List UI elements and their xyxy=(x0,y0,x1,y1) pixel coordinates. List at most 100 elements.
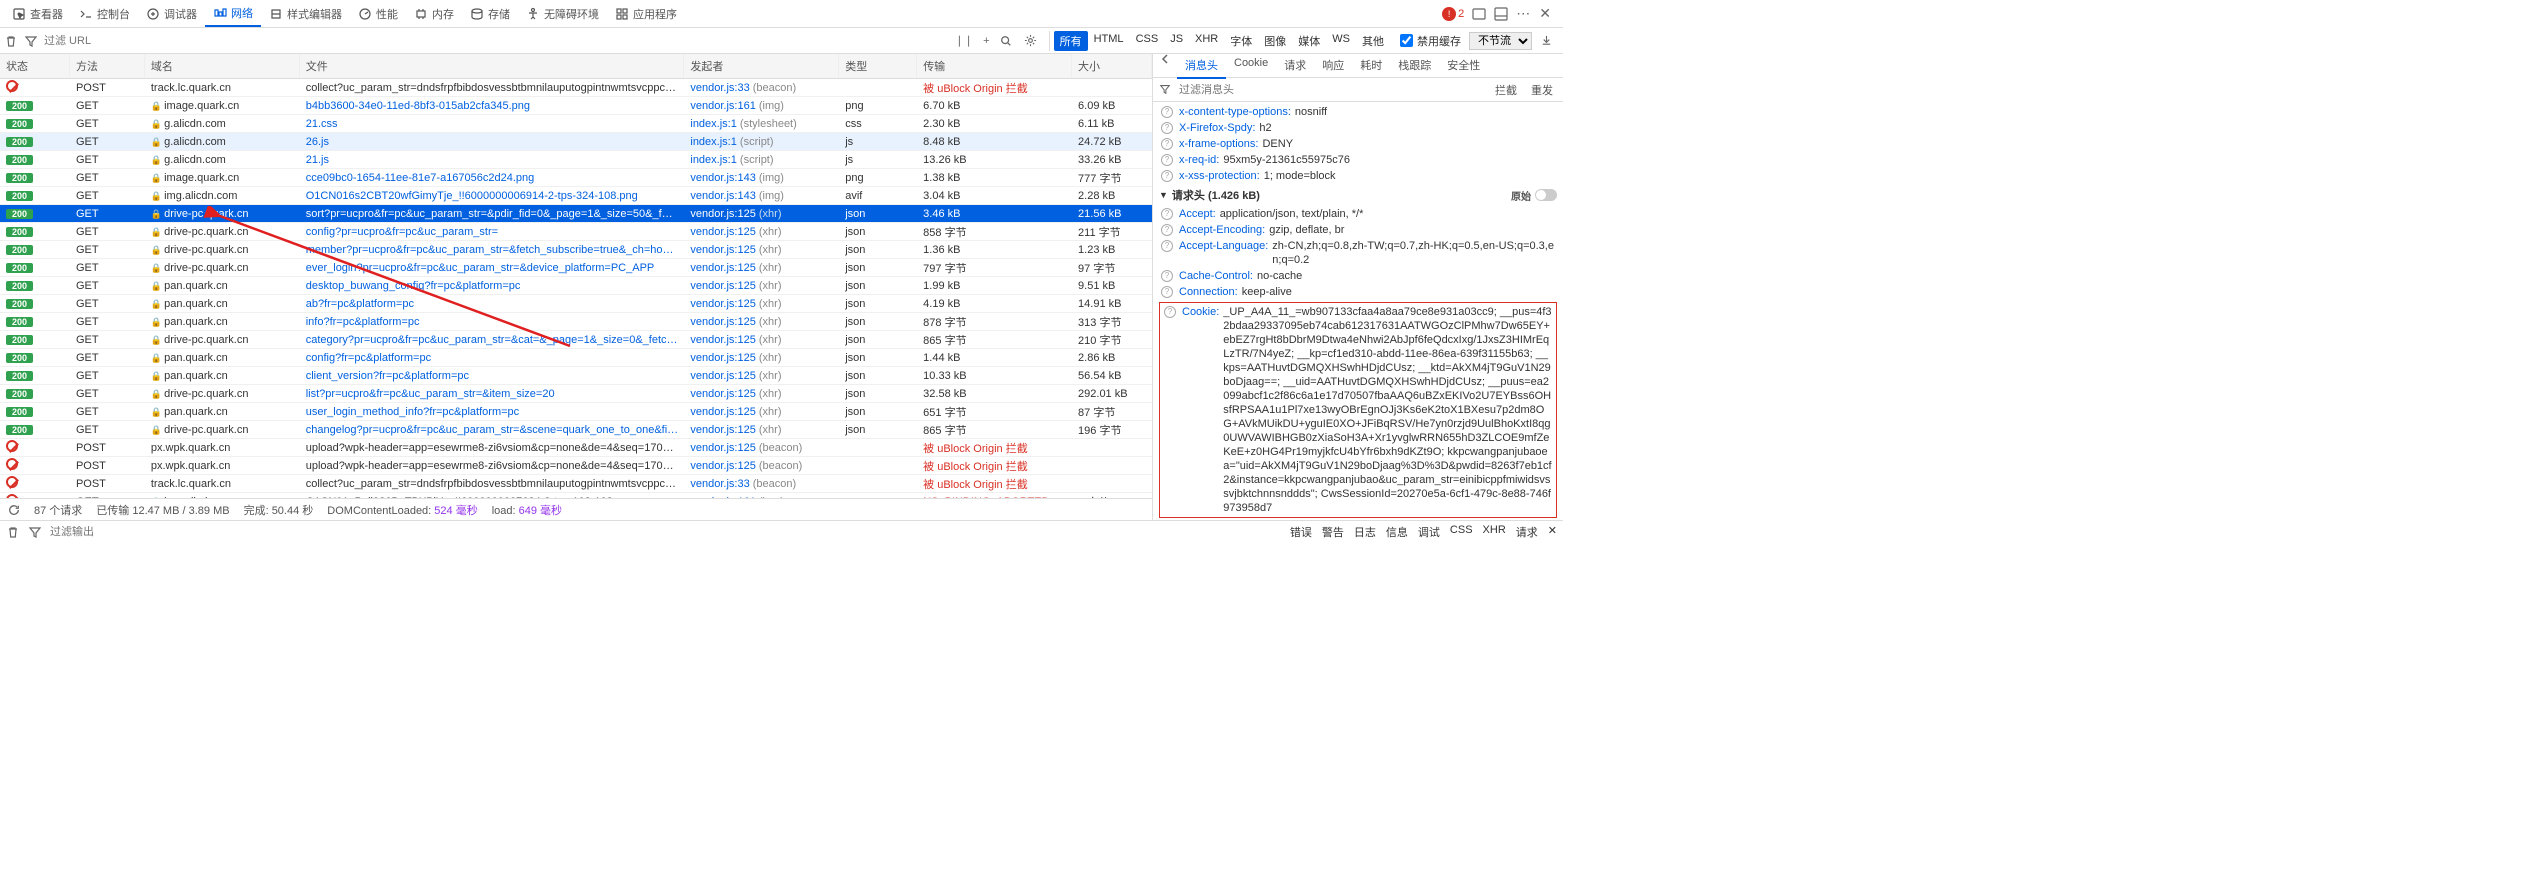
console-clear-icon[interactable] xyxy=(6,525,20,539)
reload-spin-icon[interactable] xyxy=(8,504,20,516)
type-filter-媒体[interactable]: 媒体 xyxy=(1292,31,1326,51)
console-filter-icon[interactable] xyxy=(28,525,42,539)
table-row[interactable]: 200GET🔒drive-pc.quark.cncategory?pr=ucpr… xyxy=(0,331,1152,349)
col-method[interactable]: 方法 xyxy=(70,54,145,78)
console-cat-调试[interactable]: 调试 xyxy=(1418,524,1440,540)
help-icon[interactable]: ? xyxy=(1161,270,1173,282)
table-row[interactable]: 200GET🔒drive-pc.quark.cnever_login?pr=uc… xyxy=(0,259,1152,277)
resend-button[interactable]: 重发 xyxy=(1527,82,1557,98)
tab-debugger[interactable]: 调试器 xyxy=(138,1,205,27)
detail-tab-安全性[interactable]: 安全性 xyxy=(1439,54,1488,79)
tab-style[interactable]: 样式编辑器 xyxy=(261,1,350,27)
throttle-select[interactable]: 不节流 xyxy=(1469,32,1532,50)
har-icon[interactable] xyxy=(1534,34,1559,47)
col-file[interactable]: 文件 xyxy=(300,54,685,78)
close-icon[interactable]: ✕ xyxy=(1539,5,1551,22)
table-row[interactable]: 200GET🔒img.alicdn.comO1CN016s2CBT20wfGim… xyxy=(0,187,1152,205)
console-toggle-xhr_label[interactable]: XHR xyxy=(1483,524,1506,540)
help-icon[interactable]: ? xyxy=(1161,122,1173,134)
tab-app[interactable]: 应用程序 xyxy=(607,1,685,27)
console-cat-信息[interactable]: 信息 xyxy=(1386,524,1408,540)
table-row[interactable]: POSTpx.wpk.quark.cnupload?wpk-header=app… xyxy=(0,457,1152,475)
tab-console[interactable]: 控制台 xyxy=(71,1,138,27)
detail-tab-Cookie[interactable]: Cookie xyxy=(1226,54,1276,79)
detail-tab-响应[interactable]: 响应 xyxy=(1314,54,1352,79)
table-row[interactable]: 200GET🔒drive-pc.quark.cnconfig?pr=ucpro&… xyxy=(0,223,1152,241)
issues-indicator[interactable]: ! 2 xyxy=(1442,7,1464,21)
col-domain[interactable]: 域名 xyxy=(145,54,300,78)
table-row[interactable]: POSTtrack.lc.quark.cncollect?uc_param_st… xyxy=(0,475,1152,493)
search-plus-icon[interactable]: + xyxy=(979,35,993,47)
raw-toggle[interactable]: 原始 xyxy=(1511,188,1557,203)
table-row[interactable]: 200GET🔒g.alicdn.com21.cssindex.js:1 (sty… xyxy=(0,115,1152,133)
disable-cache-box[interactable] xyxy=(1400,34,1413,47)
tab-network[interactable]: 网络 xyxy=(205,1,261,27)
request-headers-section[interactable]: ▼ 请求头 (1.426 kB) 原始 xyxy=(1153,184,1563,206)
table-row[interactable]: 200GET🔒pan.quark.cnuser_login_method_inf… xyxy=(0,403,1152,421)
type-filter-图像[interactable]: 图像 xyxy=(1258,31,1292,51)
type-filter-WS[interactable]: WS xyxy=(1326,31,1356,51)
help-icon[interactable]: ? xyxy=(1161,154,1173,166)
type-filter-HTML[interactable]: HTML xyxy=(1088,31,1130,51)
console-close-icon[interactable]: ✕ xyxy=(1548,524,1557,540)
detail-tab-消息头[interactable]: 消息头 xyxy=(1177,54,1226,79)
console-cat-日志[interactable]: 日志 xyxy=(1354,524,1376,540)
col-type[interactable]: 类型 xyxy=(839,54,917,78)
pause-icon[interactable]: ❘❘ xyxy=(951,34,977,47)
help-icon[interactable]: ? xyxy=(1164,306,1176,318)
type-filter-XHR[interactable]: XHR xyxy=(1189,31,1224,51)
col-size[interactable]: 大小 xyxy=(1072,54,1152,78)
col-status[interactable]: 状态 xyxy=(0,54,70,78)
help-icon[interactable]: ? xyxy=(1161,138,1173,150)
col-transferred[interactable]: 传输 xyxy=(917,54,1072,78)
help-icon[interactable]: ? xyxy=(1161,106,1173,118)
type-filter-其他[interactable]: 其他 xyxy=(1356,31,1390,51)
table-row[interactable]: 200GET🔒pan.quark.cnconfig?fr=pc&platform… xyxy=(0,349,1152,367)
console-cat-错误[interactable]: 错误 xyxy=(1290,524,1312,540)
responsive-icon[interactable] xyxy=(1472,7,1486,21)
console-toggle-css_label[interactable]: CSS xyxy=(1450,524,1473,540)
table-row[interactable]: 200GET🔒pan.quark.cndesktop_buwang_config… xyxy=(0,277,1152,295)
type-filter-JS[interactable]: JS xyxy=(1164,31,1189,51)
detail-tab-耗时[interactable]: 耗时 xyxy=(1352,54,1390,79)
help-icon[interactable]: ? xyxy=(1161,224,1173,236)
header-filter-input[interactable] xyxy=(1179,84,1485,96)
type-filter-所有[interactable]: 所有 xyxy=(1054,31,1088,51)
block-button[interactable]: 拦截 xyxy=(1491,82,1521,98)
help-icon[interactable]: ? xyxy=(1161,208,1173,220)
more-icon[interactable]: ⋯ xyxy=(1516,5,1531,22)
tab-inspector[interactable]: 查看器 xyxy=(4,1,71,27)
panel-back-icon[interactable] xyxy=(1153,54,1177,79)
table-row[interactable]: POSTtrack.lc.quark.cncollect?uc_param_st… xyxy=(0,79,1152,97)
type-filter-CSS[interactable]: CSS xyxy=(1130,31,1165,51)
help-icon[interactable]: ? xyxy=(1161,240,1173,252)
table-row[interactable]: POSTpx.wpk.quark.cnupload?wpk-header=app… xyxy=(0,439,1152,457)
detail-tab-请求[interactable]: 请求 xyxy=(1276,54,1314,79)
filter-icon[interactable] xyxy=(24,34,38,48)
table-row[interactable]: 200GET🔒pan.quark.cninfo?fr=pc&platform=p… xyxy=(0,313,1152,331)
console-cat-警告[interactable]: 警告 xyxy=(1322,524,1344,540)
dock-icon[interactable] xyxy=(1494,7,1508,21)
help-icon[interactable]: ? xyxy=(1161,286,1173,298)
help-icon[interactable]: ? xyxy=(1161,170,1173,182)
table-row[interactable]: 200GET🔒drive-pc.quark.cnlist?pr=ucpro&fr… xyxy=(0,385,1152,403)
disable-cache-checkbox[interactable]: 禁用缓存 xyxy=(1400,33,1461,49)
console-filter-input[interactable] xyxy=(50,526,250,538)
table-row[interactable]: 200GET🔒g.alicdn.com26.jsindex.js:1 (scri… xyxy=(0,133,1152,151)
table-row[interactable]: 200GET🔒image.quark.cnb4bb3600-34e0-11ed-… xyxy=(0,97,1152,115)
table-row[interactable]: 200GET🔒pan.quark.cnab?fr=pc&platform=pcv… xyxy=(0,295,1152,313)
table-row[interactable]: 200GET🔒pan.quark.cnclient_version?fr=pc&… xyxy=(0,367,1152,385)
tab-a11y[interactable]: 无障碍环境 xyxy=(518,1,607,27)
detail-tab-栈跟踪[interactable]: 栈跟踪 xyxy=(1390,54,1439,79)
col-initiator[interactable]: 发起者 xyxy=(684,54,839,78)
settings-icon[interactable] xyxy=(1018,34,1043,47)
url-filter-input[interactable] xyxy=(44,35,945,47)
table-row[interactable]: 200GET🔒g.alicdn.com21.jsindex.js:1 (scri… xyxy=(0,151,1152,169)
toggle-switch[interactable] xyxy=(1535,189,1557,201)
table-row[interactable]: 200GET🔒drive-pc.quark.cnmember?pr=ucpro&… xyxy=(0,241,1152,259)
console-toggle-req_label[interactable]: 请求 xyxy=(1516,524,1538,540)
type-filter-字体[interactable]: 字体 xyxy=(1224,31,1258,51)
table-row[interactable]: 200GET🔒image.quark.cncce09bc0-1654-11ee-… xyxy=(0,169,1152,187)
table-row[interactable]: GET🔒img.alicdn.comO1CN01aPqii926BqTBXBiY… xyxy=(0,493,1152,498)
table-row[interactable]: 200GET🔒drive-pc.quark.cnsort?pr=ucpro&fr… xyxy=(0,205,1152,223)
